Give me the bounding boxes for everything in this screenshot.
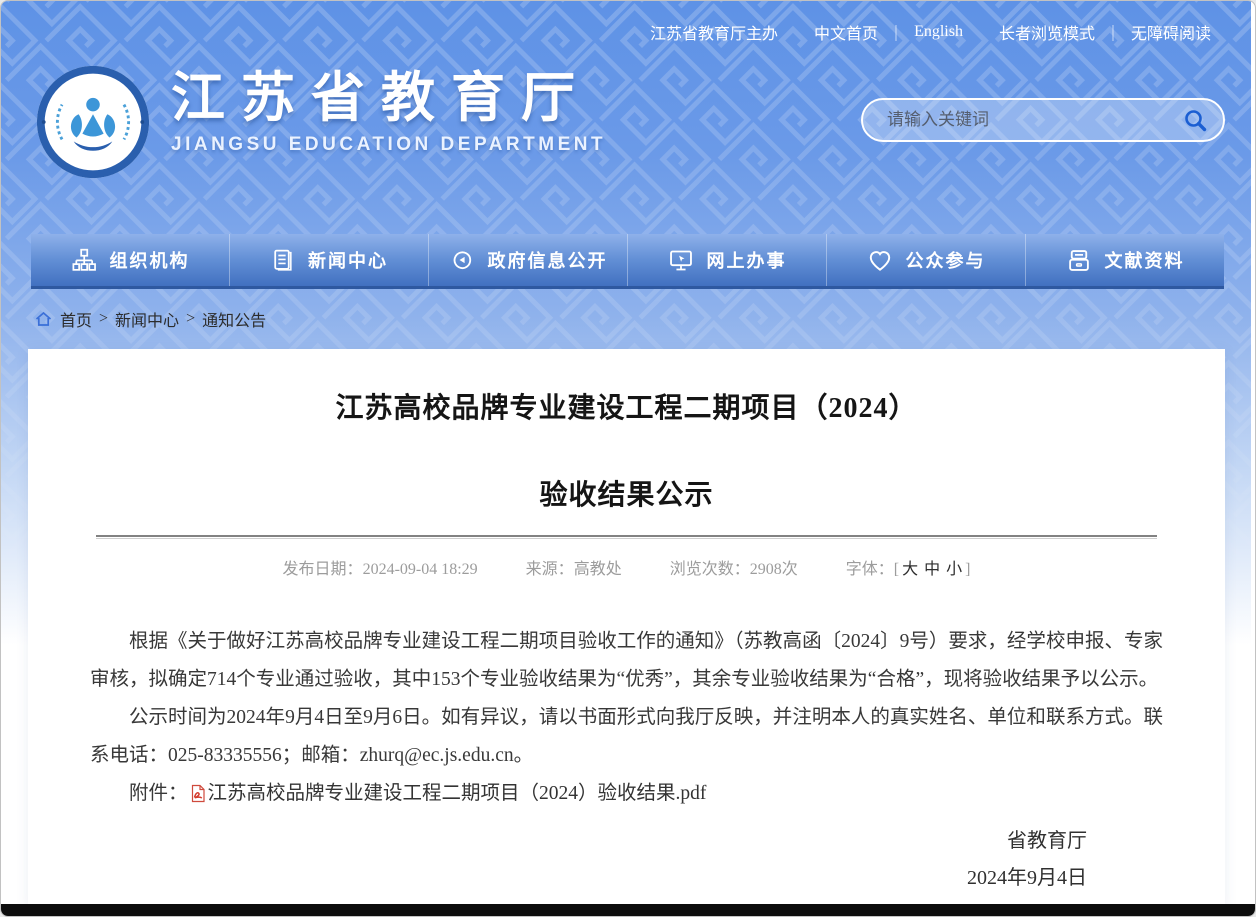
english-link[interactable]: English (914, 23, 963, 41)
elder-mode-link[interactable]: 长者浏览模式 (999, 20, 1095, 44)
nav-item-online-services[interactable]: 网上办事 (627, 234, 826, 286)
chinese-home-link[interactable]: 中文首页 (814, 20, 878, 44)
nav-label: 政府信息公开 (488, 247, 608, 273)
paragraph: 公示时间为2024年9月4日至9月6日。如有异议，请以书面形式向我厅反映，并注明… (90, 699, 1163, 775)
site-subtitle: JIANGSU EDUCATION DEPARTMENT (171, 134, 606, 156)
article-title-line1: 江苏高校品牌专业建设工程二期项目（2024） (28, 349, 1225, 426)
home-icon (34, 310, 53, 328)
attachment-label: 附件： (129, 783, 188, 804)
browser-viewport: 江苏省教育厅主办 中文首页 ｜ English 长者浏览模式 ｜ 无障碍阅读 (0, 0, 1256, 917)
breadcrumb-news-center[interactable]: 新闻中心 (115, 307, 179, 331)
article-title-line2: 验收结果公示 (28, 426, 1225, 513)
article-body: 根据《关于做好江苏高校品牌专业建设工程二期项目验收工作的通知》（苏教高函〔202… (90, 623, 1163, 897)
footer-bar (1, 904, 1255, 916)
heart-icon (867, 248, 893, 273)
top-utility-bar: 江苏省教育厅主办 中文首页 ｜ English 长者浏览模式 ｜ 无障碍阅读 (1, 1, 1251, 63)
site-title: 江苏省教育厅 (171, 69, 606, 128)
font-size-switcher: 字体：[大中小] (846, 555, 971, 579)
article-meta: 发布日期：2024-09-04 18:29 来源：高教处 浏览次数：2908次 … (28, 555, 1225, 579)
nav-item-gov-info-disclosure[interactable]: 政府信息公开 (428, 234, 627, 286)
nav-item-organization[interactable]: 组织机构 (31, 234, 229, 286)
pdf-file-icon (190, 784, 206, 803)
search-box (861, 98, 1225, 142)
attachment-link[interactable]: 江苏高校品牌专业建设工程二期项目（2024）验收结果.pdf (208, 783, 707, 804)
paragraph: 根据《关于做好江苏高校品牌专业建设工程二期项目验收工作的通知》（苏教高函〔202… (90, 623, 1163, 699)
host-link[interactable]: 江苏省教育厅主办 (650, 20, 778, 44)
view-count: 浏览次数：2908次 (670, 555, 798, 579)
breadcrumb-separator: > (99, 310, 108, 328)
breadcrumb: 首页 > 新闻中心 > 通知公告 (34, 307, 266, 331)
breadcrumb-home[interactable]: 首页 (60, 307, 92, 331)
info-disclosure-icon (449, 247, 475, 273)
breadcrumb-separator: > (186, 310, 195, 328)
nav-item-documents[interactable]: 文献资料 (1025, 234, 1224, 286)
font-size-small-button[interactable]: 小 (946, 561, 962, 578)
article-card: 江苏高校品牌专业建设工程二期项目（2024） 验收结果公示 发布日期：2024-… (28, 349, 1225, 906)
breadcrumb-notices[interactable]: 通知公告 (202, 307, 266, 331)
nav-item-news-center[interactable]: 新闻中心 (229, 234, 428, 286)
online-service-monitor-icon (668, 248, 694, 273)
font-size-medium-button[interactable]: 中 (924, 561, 940, 578)
topbar-divider: ｜ (888, 20, 904, 44)
publish-date: 发布日期：2024-09-04 18:29 (283, 555, 478, 579)
attachment-row: 附件： 江苏高校品牌专业建设工程二期项目（2024）验收结果.pdf (90, 775, 1163, 813)
org-chart-icon (71, 248, 97, 272)
signature-block: 省教育厅 2024年9月4日 (90, 823, 1163, 897)
title-divider (96, 535, 1157, 539)
magnifier-icon (1182, 107, 1209, 134)
source: 来源：高教处 (526, 555, 622, 579)
nav-label: 公众参与 (906, 247, 986, 273)
signature-org: 省教育厅 (90, 823, 1087, 860)
font-size-large-button[interactable]: 大 (902, 561, 918, 578)
nav-label: 网上办事 (707, 247, 787, 273)
search-input[interactable] (885, 109, 1182, 131)
archive-icon (1066, 248, 1092, 273)
nav-label: 组织机构 (110, 247, 190, 273)
jiangsu-education-emblem (35, 64, 151, 180)
nav-label: 文献资料 (1105, 247, 1185, 273)
signature-date: 2024年9月4日 (90, 860, 1087, 897)
topbar-divider: ｜ (1105, 20, 1121, 44)
search-button[interactable] (1182, 107, 1209, 134)
news-doc-icon (270, 248, 295, 273)
site-header: 江苏省教育厅 JIANGSU EDUCATION DEPARTMENT (1, 63, 1251, 193)
nav-label: 新闻中心 (308, 247, 388, 273)
main-navigation: 组织机构 新闻中心 政府信息公开 网上办事 (31, 234, 1224, 289)
accessibility-link[interactable]: 无障碍阅读 (1131, 20, 1211, 44)
nav-item-public-participation[interactable]: 公众参与 (826, 234, 1025, 286)
